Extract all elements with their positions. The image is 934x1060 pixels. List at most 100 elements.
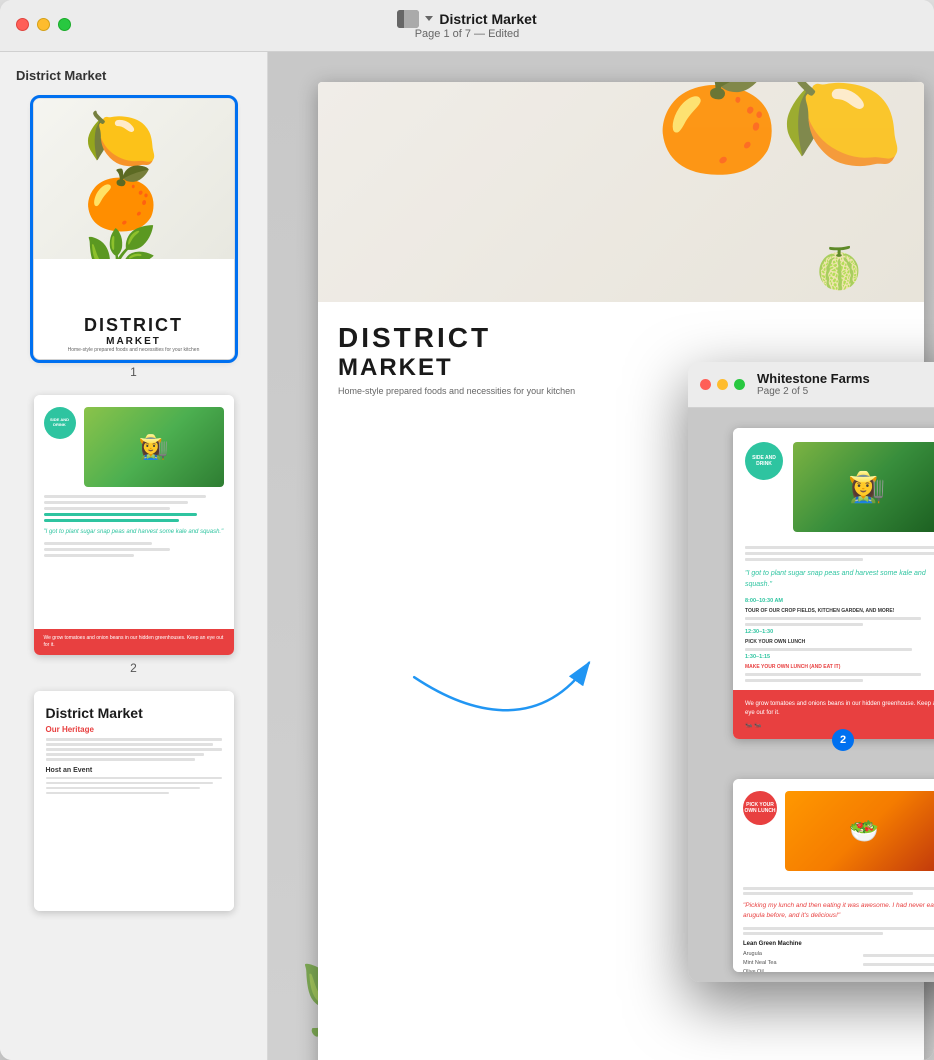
pick-lunch-circle-text: PICK YOUROWN LUNCH — [744, 802, 775, 814]
circle-text: SIDE ANDDRINK — [50, 418, 69, 428]
wf-time-label-3: 1:30–1:15 — [745, 654, 770, 660]
wf-lunch-title: PICK YOUR OWN LUNCH — [745, 639, 934, 645]
document-title: District Market — [439, 11, 536, 28]
brand-tagline: Home-style prepared foods and necessitie… — [58, 347, 210, 353]
page-3-subtitle: Our Heritage — [46, 725, 222, 734]
document-subtitle: Page 1 of 7 — Edited — [415, 28, 520, 41]
p3-line-6 — [46, 777, 222, 780]
green-text-line-2 — [44, 519, 179, 522]
text-line-1 — [44, 495, 206, 498]
page-2-number: 2 — [130, 661, 137, 675]
page-2-thumbnail[interactable]: SIDE ANDDRINK 👩‍🌾 "I got to plant sugar … — [12, 395, 255, 675]
secondary-content: SIDE ANDDRINK 👩‍🌾 — [688, 408, 934, 982]
page-2-frame[interactable]: SIDE ANDDRINK 👩‍🌾 "I got to plant sugar … — [34, 395, 234, 655]
text-line-6 — [44, 554, 134, 557]
wf-line-4 — [745, 617, 921, 620]
page-1-content: 🍋🍊🌿 DISTRICT MARKET Home-style prepared … — [34, 99, 234, 359]
text-line-2 — [44, 501, 188, 504]
wf-line-2 — [745, 552, 934, 555]
pick-lunch-image: 🥗 — [785, 791, 934, 871]
p2-line-2 — [743, 892, 913, 895]
p2-line-1 — [743, 887, 934, 890]
wf-page2-thumb[interactable]: PICK YOUROWN LUNCH 🥗 "Picking my lunch a… — [733, 779, 934, 972]
titlebar-center: District Market Page 1 of 7 — Edited — [397, 10, 536, 41]
p2-line-3 — [743, 927, 934, 930]
p3-line-4 — [46, 753, 204, 756]
main-titlebar: District Market Page 1 of 7 — Edited — [0, 0, 934, 52]
wf-page2-body: "Picking my lunch and then eating it was… — [733, 883, 934, 941]
close-button[interactable] — [16, 18, 29, 31]
side-drink-circle: SIDE ANDDRINK — [44, 407, 76, 439]
editing-page-fruits: 🍊🍋 — [655, 82, 904, 179]
veg-bar-1 — [863, 954, 934, 957]
p3-section-head: Host an Event — [46, 767, 222, 774]
wf-red-section: We grow tomatoes and onions beans in our… — [733, 690, 934, 739]
page-2-top: SIDE ANDDRINK 👩‍🌾 — [34, 395, 234, 495]
p3-line-3 — [46, 748, 222, 751]
page-2-body: "I got to plant sugar snap peas and harv… — [34, 495, 234, 629]
wf-line-6 — [745, 648, 912, 651]
wf-recipe-table: Lean Green Machine Arugula Mint Neal Tea — [733, 941, 934, 973]
p2-quote: "Picking my lunch and then eating it was… — [743, 901, 934, 921]
editing-page-citrus: 🍈 — [814, 245, 864, 292]
secondary-traffic-lights — [700, 379, 745, 390]
veg-label-2: Mint Neal Tea — [743, 960, 859, 966]
page-3-thumbnail[interactable]: District Market Our Heritage Host an Eve… — [12, 691, 255, 911]
main-canvas: 🌿 🍊🍋 🍈 DISTRICT MARKET Home-style prepar… — [268, 52, 934, 1060]
panel-layout-icon[interactable] — [397, 10, 419, 28]
main-window: District Market Page 1 of 7 — Edited Dis… — [0, 0, 934, 1060]
secondary-doc-subtitle: Page 2 of 5 — [757, 386, 870, 398]
wf-time-label-2: 12:30–1:30 — [745, 629, 773, 635]
wf-img-emoji: 👩‍🌾 — [848, 470, 885, 505]
wf-image: 👩‍🌾 — [793, 442, 934, 532]
veg-bar-2 — [863, 963, 934, 966]
wf-circle-text: SIDE ANDDRINK — [752, 455, 776, 467]
p3-line-8 — [46, 787, 201, 790]
wf-page2-top: PICK YOUROWN LUNCH 🥗 — [733, 779, 934, 883]
sec-close-button[interactable] — [700, 379, 711, 390]
wf-line-3 — [745, 558, 863, 561]
secondary-window: Whitestone Farms Page 2 of 5 SIDE ANDDRI… — [688, 362, 934, 982]
wf-make-title: MAKE YOUR OWN LUNCH (AND EAT IT) — [745, 664, 934, 670]
pick-lunch-circle: PICK YOUROWN LUNCH — [743, 791, 777, 825]
minimize-button[interactable] — [37, 18, 50, 31]
sec-minimize-button[interactable] — [717, 379, 728, 390]
page-1-frame[interactable]: 🍋🍊🌿 DISTRICT MARKET Home-style prepared … — [34, 99, 234, 359]
wf-page-container: SIDE ANDDRINK 👩‍🌾 — [733, 428, 934, 739]
green-text-line — [44, 513, 197, 516]
recipe-table-head: Lean Green Machine — [743, 941, 934, 947]
veg-bar-3 — [863, 972, 934, 973]
wf-time-1: 8:00–10:30 AM — [745, 598, 934, 604]
wf-tour-title: TOUR OF OUR CROP FIELDS, KITCHEN GARDEN,… — [745, 608, 934, 614]
wf-page-content: SIDE ANDDRINK 👩‍🌾 — [733, 428, 934, 739]
sidebar-title: District Market — [12, 68, 255, 83]
veg-item-1: Arugula — [743, 951, 934, 957]
secondary-titlebar: Whitestone Farms Page 2 of 5 — [688, 362, 934, 408]
wf-page-top: SIDE ANDDRINK 👩‍🌾 — [733, 428, 934, 542]
text-line-4 — [44, 542, 152, 545]
page-1-thumbnail[interactable]: 🍋🍊🌿 DISTRICT MARKET Home-style prepared … — [12, 99, 255, 379]
p2-line-4 — [743, 932, 883, 935]
traffic-lights — [16, 18, 71, 31]
sec-maximize-button[interactable] — [734, 379, 745, 390]
wf-red-section-text: We grow tomatoes and onions beans in our… — [745, 700, 934, 718]
text-line-3 — [44, 507, 170, 510]
p3-line-5 — [46, 758, 196, 761]
wf-quote: "I got to plant sugar snap peas and harv… — [745, 569, 934, 590]
veg-item-3: Olive Oil — [743, 969, 934, 973]
wf-circle: SIDE ANDDRINK — [745, 442, 783, 480]
wf-page-thumb[interactable]: SIDE ANDDRINK 👩‍🌾 — [733, 428, 934, 739]
p3-line-1 — [46, 738, 222, 741]
wf-line-1 — [745, 546, 934, 549]
maximize-button[interactable] — [58, 18, 71, 31]
page-3-frame[interactable]: District Market Our Heritage Host an Eve… — [34, 691, 234, 911]
red-section-text: We grow tomatoes and onion beans in our … — [44, 635, 224, 649]
veg-item-2: Mint Neal Tea — [743, 960, 934, 966]
page-2-image: 👩‍🌾 — [84, 407, 224, 487]
page-2-quote: "I got to plant sugar snap peas and harv… — [44, 528, 224, 536]
chevron-down-icon[interactable] — [425, 16, 433, 21]
secondary-title-text: Whitestone Farms Page 2 of 5 — [757, 371, 870, 399]
wf-time-3: 1:30–1:15 — [745, 654, 934, 660]
p3-line-2 — [46, 743, 213, 746]
brand-bottom: MARKET — [106, 336, 161, 347]
